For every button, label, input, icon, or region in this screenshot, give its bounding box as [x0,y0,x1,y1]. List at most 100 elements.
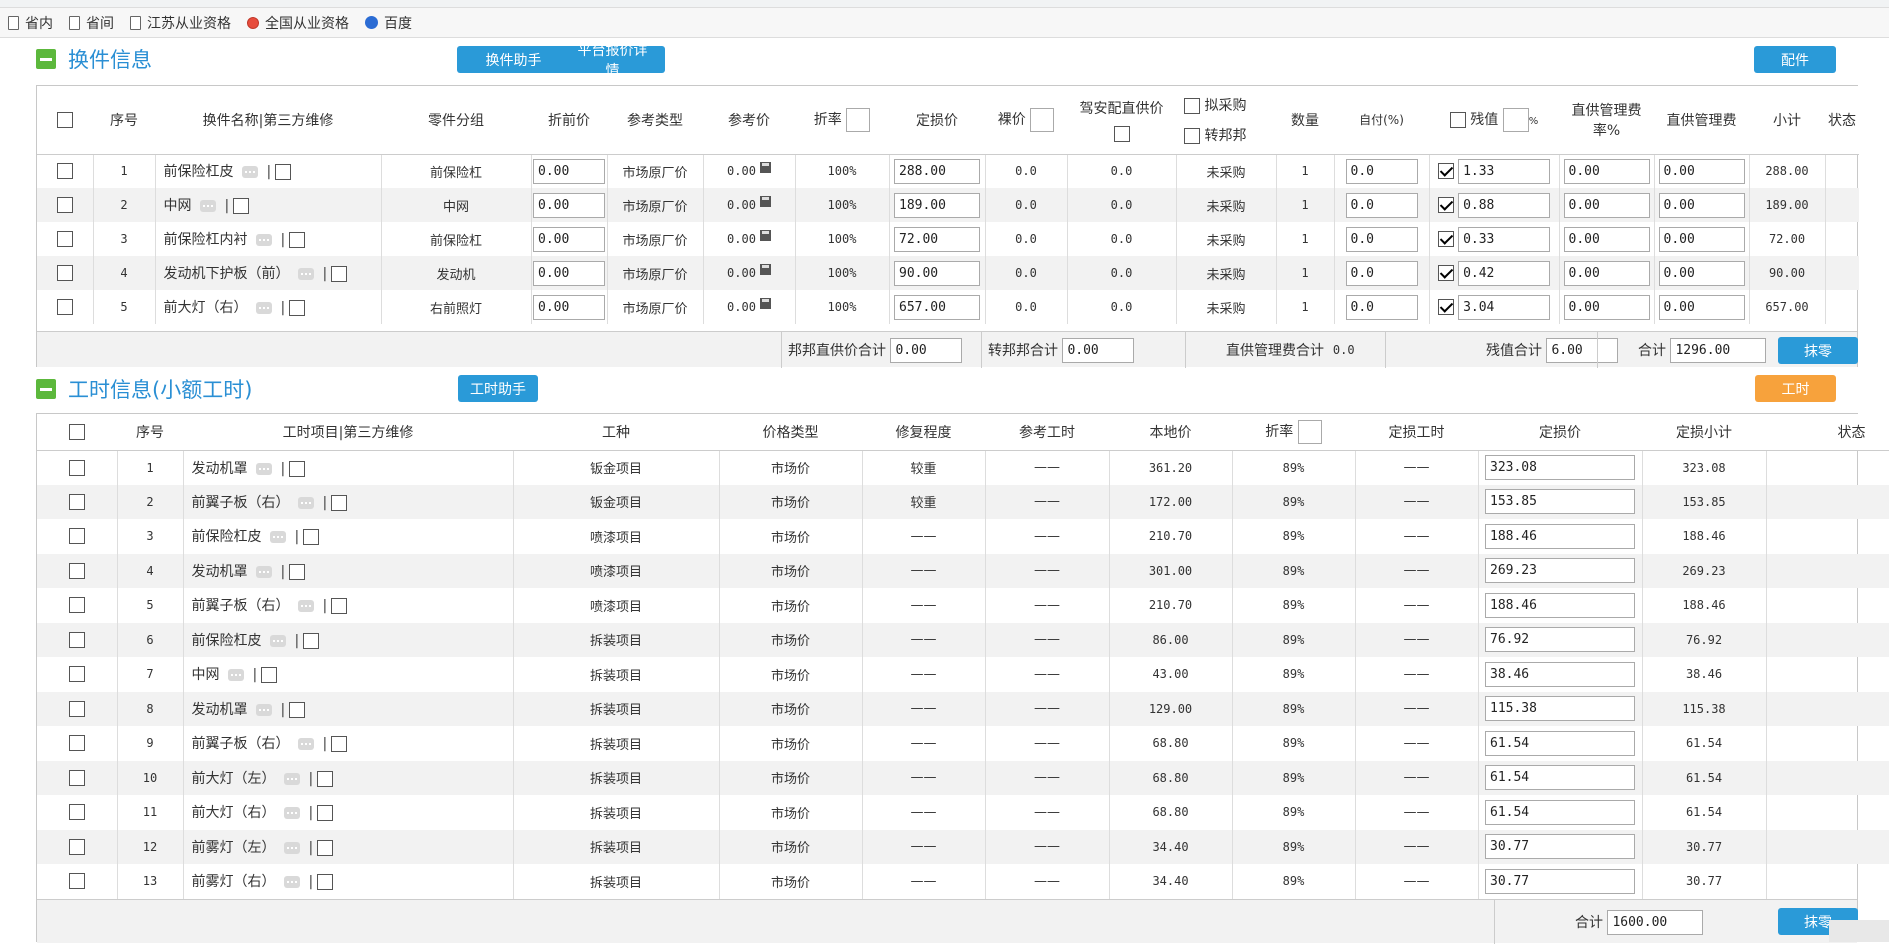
labor-row-select[interactable] [37,726,117,761]
labor-loss-price-input[interactable]: 61.54 [1485,765,1635,790]
mgmt-fee-input[interactable]: 0.00 [1659,159,1745,184]
labor-third-party-checkbox[interactable] [331,736,347,752]
comment-icon[interactable] [242,166,258,178]
labor-third-party-checkbox[interactable] [331,495,347,511]
residual-row-checkbox[interactable] [1438,299,1454,315]
residual-row-checkbox[interactable] [1438,231,1454,247]
bookmark-shengnei[interactable]: 省内 [8,13,53,33]
labor-third-party-checkbox[interactable] [261,667,277,683]
labor-loss-price-input[interactable]: 188.46 [1485,593,1635,618]
labor-row-checkbox[interactable] [69,460,85,476]
labor-row-checkbox[interactable] [69,839,85,855]
residual-input[interactable]: 0.33 [1458,227,1550,252]
bookmark-shengjian[interactable]: 省间 [69,13,114,33]
comment-icon[interactable] [270,635,286,647]
transfer-total-input[interactable]: 0.00 [1062,338,1134,363]
labor-loss-price-input[interactable]: 115.38 [1485,696,1635,721]
bare-price-input[interactable] [1030,108,1054,132]
parts-assist-button[interactable]: 换件助手 [457,46,570,73]
row-checkbox[interactable] [57,299,73,315]
mgmt-rate-input[interactable]: 0.00 [1564,193,1650,218]
self-pay-input[interactable]: 0.0 [1346,295,1418,320]
labor-third-party-checkbox[interactable] [317,840,333,856]
loss-price-input[interactable]: 72.00 [894,227,980,252]
pre-discount-input[interactable]: 0.00 [533,159,605,184]
row-select[interactable] [37,222,93,256]
comment-icon[interactable] [256,566,272,578]
labor-third-party-checkbox[interactable] [303,529,319,545]
row-select[interactable] [37,188,93,222]
row-checkbox[interactable] [57,197,73,213]
labor-row-checkbox[interactable] [69,873,85,889]
labor-third-party-checkbox[interactable] [289,461,305,477]
comment-icon[interactable] [200,200,216,212]
pre-discount-input[interactable]: 0.00 [533,295,605,320]
labor-row-checkbox[interactable] [69,770,85,786]
residual-input[interactable]: 1.33 [1458,159,1550,184]
labor-row-checkbox[interactable] [69,597,85,613]
comment-icon[interactable] [298,738,314,750]
labor-row-checkbox[interactable] [69,563,85,579]
labor-row-select[interactable] [37,450,117,485]
comment-icon[interactable] [298,497,314,509]
residual-checkbox[interactable] [1450,112,1466,128]
labor-loss-price-input[interactable]: 153.85 [1485,489,1635,514]
labor-loss-price-input[interactable]: 76.92 [1485,627,1635,652]
row-select[interactable] [37,256,93,290]
mgmt-rate-input[interactable]: 0.00 [1564,295,1650,320]
comment-icon[interactable] [284,773,300,785]
supply-checkbox[interactable] [1114,126,1130,142]
comment-icon[interactable] [298,600,314,612]
collapse-icon[interactable] [36,49,56,69]
comment-icon[interactable] [298,268,314,280]
platform-quote-button[interactable]: 平台报价详情 [560,46,665,73]
save-icon[interactable] [760,196,771,207]
comment-icon[interactable] [284,807,300,819]
labor-third-party-checkbox[interactable] [289,702,305,718]
transfer-checkbox[interactable] [1184,128,1200,144]
labor-row-select[interactable] [37,554,117,589]
self-pay-input[interactable]: 0.0 [1346,227,1418,252]
labor-total-input[interactable]: 1600.00 [1607,910,1703,935]
collapse-icon[interactable] [36,379,56,399]
mgmt-fee-input[interactable]: 0.00 [1659,261,1745,286]
loss-price-input[interactable]: 189.00 [894,193,980,218]
residual-input[interactable]: 0.42 [1458,261,1550,286]
pre-discount-input[interactable]: 0.00 [533,193,605,218]
row-checkbox[interactable] [57,231,73,247]
row-checkbox[interactable] [57,163,73,179]
labor-row-select[interactable] [37,485,117,520]
mgmt-rate-input[interactable]: 0.00 [1564,261,1650,286]
labor-loss-price-input[interactable]: 323.08 [1485,455,1635,480]
comment-icon[interactable] [228,669,244,681]
labor-loss-price-input[interactable]: 61.54 [1485,800,1635,825]
accessory-button[interactable]: 配件 [1754,46,1836,73]
self-pay-input[interactable]: 0.0 [1346,193,1418,218]
self-pay-input[interactable]: 0.0 [1346,159,1418,184]
labor-row-select[interactable] [37,623,117,658]
labor-row-select[interactable] [37,692,117,727]
labor-row-checkbox[interactable] [69,494,85,510]
row-select[interactable] [37,154,93,188]
labor-select-all[interactable] [37,414,117,450]
mgmt-fee-input[interactable]: 0.00 [1659,193,1745,218]
self-pay-input[interactable]: 0.0 [1346,261,1418,286]
labor-row-select[interactable] [37,761,117,796]
pre-discount-input[interactable]: 0.00 [533,261,605,286]
save-icon[interactable] [760,162,771,173]
bookmark-jiangsu[interactable]: 江苏从业资格 [130,13,231,33]
loss-price-input[interactable]: 288.00 [894,159,980,184]
mgmt-rate-input[interactable]: 0.00 [1564,159,1650,184]
labor-select-all-checkbox[interactable] [69,424,85,440]
residual-input[interactable]: 0.88 [1458,193,1550,218]
labor-row-select[interactable] [37,795,117,830]
residual-row-checkbox[interactable] [1438,265,1454,281]
labor-discount-input[interactable] [1298,420,1322,444]
comment-icon[interactable] [256,302,272,314]
mgmt-rate-input[interactable]: 0.00 [1564,227,1650,252]
labor-row-checkbox[interactable] [69,528,85,544]
save-icon[interactable] [760,264,771,275]
labor-row-select[interactable] [37,657,117,692]
third-party-checkbox[interactable] [289,232,305,248]
labor-row-select[interactable] [37,830,117,865]
